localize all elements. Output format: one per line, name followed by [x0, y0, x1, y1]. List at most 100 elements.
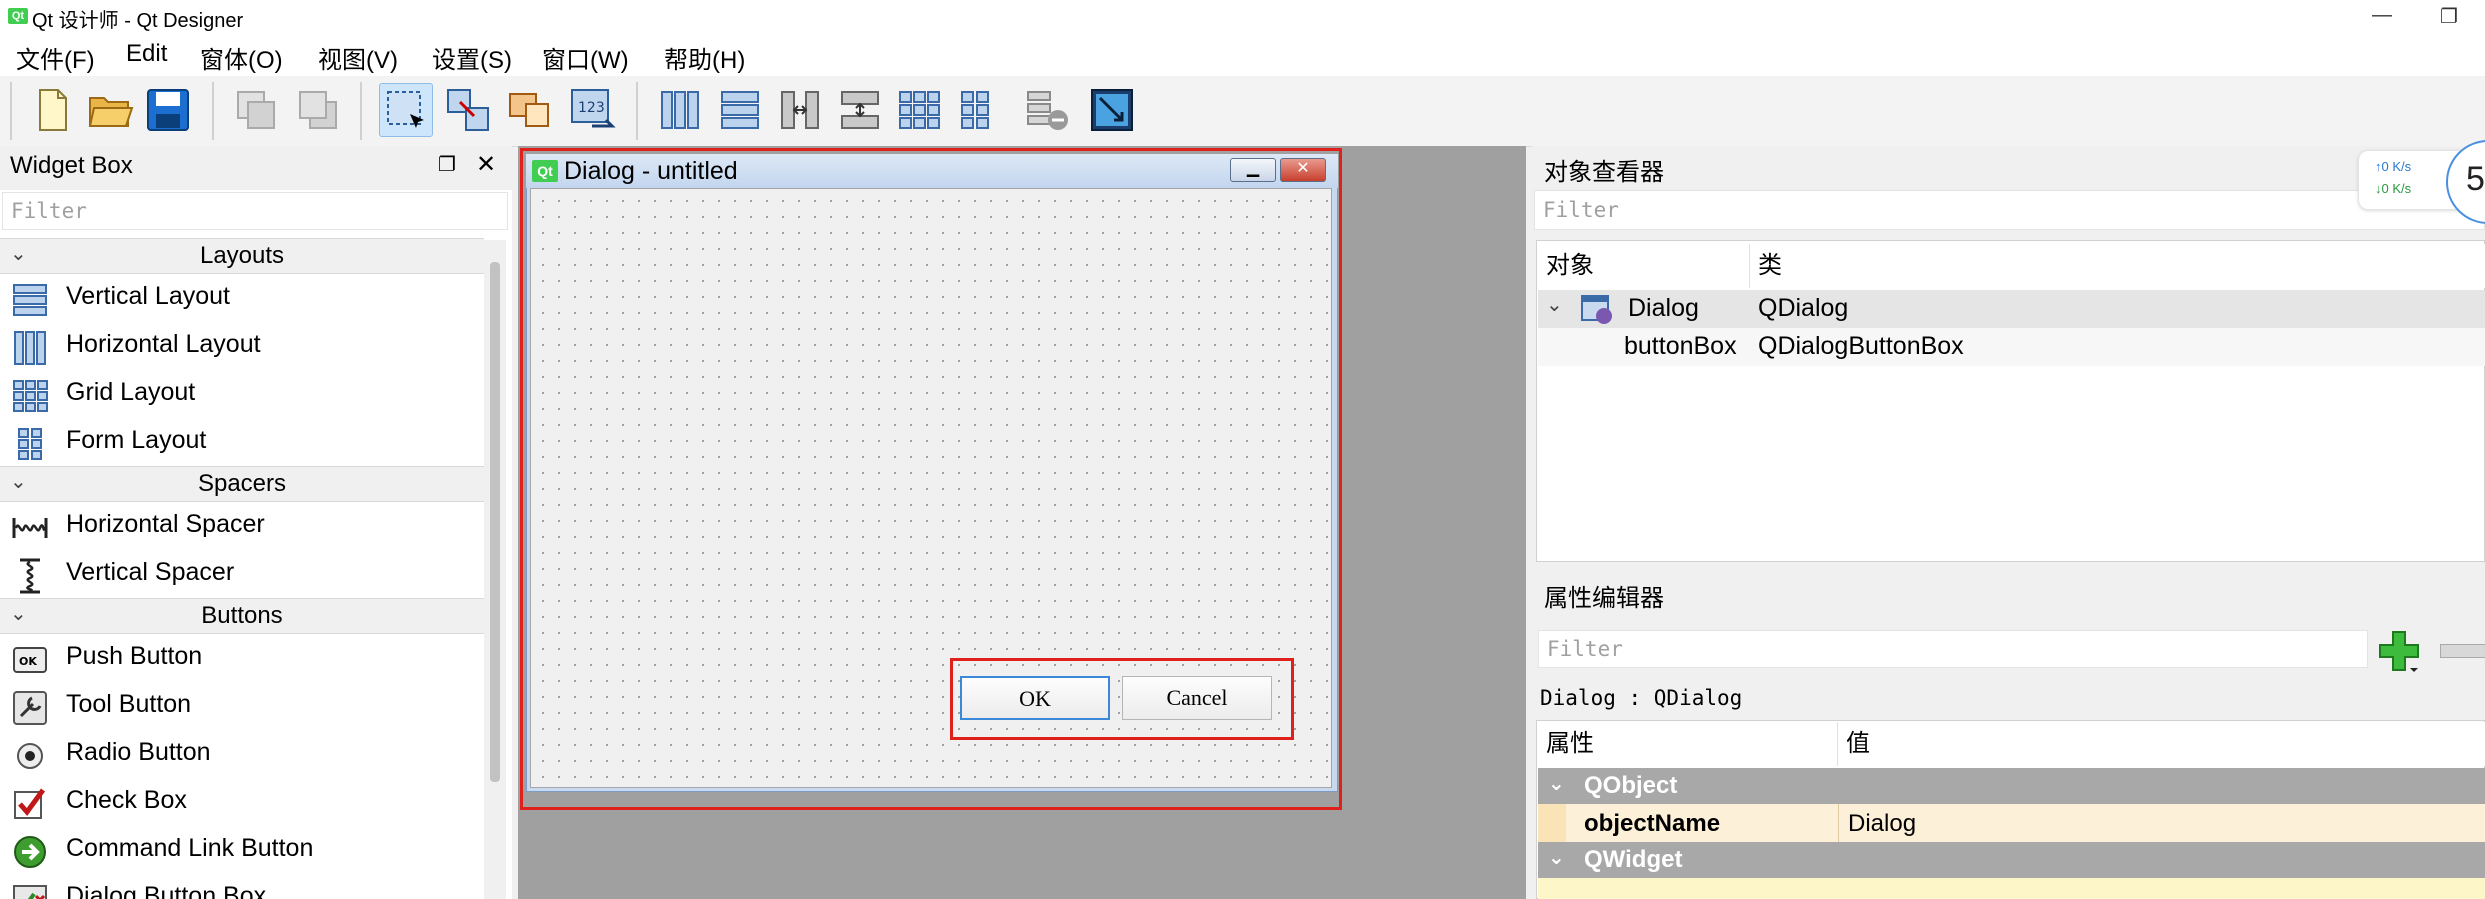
property-editor-title: 属性编辑器: [1544, 585, 1664, 612]
menu-view[interactable]: 视图(V): [318, 40, 398, 75]
menu-file[interactable]: 文件(F): [16, 40, 95, 75]
object-inspector-header: 对象查看器: [1532, 148, 2485, 188]
tree-object-name: buttonBox: [1624, 332, 1737, 360]
restore-icon[interactable]: ❐: [2440, 4, 2458, 29]
send-to-back-icon[interactable]: [292, 84, 344, 136]
dialog-button-box-icon: [13, 885, 47, 899]
tree-object-class: QDialogButtonBox: [1758, 332, 1964, 360]
object-inspector-filter[interactable]: Filter: [1534, 190, 2485, 230]
menu-settings[interactable]: 设置(S): [432, 40, 512, 75]
minimize-icon[interactable]: —: [2372, 4, 2392, 27]
widget-box-scrollbar-thumb[interactable]: [490, 262, 500, 782]
menu-help[interactable]: 帮助(H): [664, 40, 745, 75]
chevron-down-icon[interactable]: ⌄: [1546, 292, 1563, 317]
adjust-size-icon[interactable]: [1086, 84, 1138, 136]
qt-app-icon: Qt: [8, 8, 28, 24]
widget-item-tool-button[interactable]: Tool Button: [0, 682, 484, 730]
layout-grid-icon[interactable]: [894, 84, 946, 136]
widget-item-grid-layout[interactable]: Grid Layout: [0, 370, 484, 418]
vertical-layout-icon: [13, 284, 47, 316]
widget-box-title: Widget Box: [10, 152, 133, 179]
new-file-icon[interactable]: [26, 84, 78, 136]
save-icon[interactable]: [142, 84, 194, 136]
column-divider: [1838, 804, 1839, 842]
close-panel-icon[interactable]: ✕: [476, 150, 496, 179]
widget-item-check-box[interactable]: Check Box: [0, 778, 484, 826]
row-marker: [1538, 804, 1566, 842]
form-highlight: [520, 148, 1342, 810]
category-layouts[interactable]: ⌄ Layouts: [0, 238, 484, 274]
check-box-icon: [14, 788, 46, 819]
category-label: Spacers: [197, 470, 287, 497]
widget-item-radio-button[interactable]: Radio Button: [0, 730, 484, 778]
grid-layout-icon: [13, 380, 48, 412]
column-header-value[interactable]: 值: [1838, 722, 2485, 766]
widget-item-command-link-button[interactable]: Command Link Button: [0, 826, 484, 874]
menu-edit[interactable]: Edit: [126, 40, 167, 68]
horizontal-spacer-icon: [12, 518, 48, 538]
category-label: Buttons: [201, 602, 283, 629]
category-spacers[interactable]: ⌄ Spacers: [0, 466, 484, 502]
layout-splitter-vertical-icon[interactable]: [834, 84, 886, 136]
property-group-qwidget[interactable]: ⌄ QWidget: [1538, 842, 2485, 878]
category-label: Layouts: [199, 242, 285, 269]
toolbar-separator: [212, 82, 214, 140]
widget-item-label: Vertical Spacer: [66, 558, 235, 586]
widget-item-horizontal-spacer[interactable]: Horizontal Spacer: [0, 502, 484, 550]
layout-horizontally-icon[interactable]: [654, 84, 706, 136]
tree-object-class: QDialog: [1758, 294, 1849, 322]
widget-item-horizontal-layout[interactable]: Horizontal Layout: [0, 322, 484, 370]
layout-vertically-icon[interactable]: [714, 84, 766, 136]
property-row-partial[interactable]: [1538, 878, 2485, 899]
property-current-object: Dialog : QDialog: [1540, 686, 1743, 710]
widget-item-label: Horizontal Layout: [66, 330, 261, 358]
vertical-spacer-icon: [20, 558, 40, 594]
toolbar-separator: [636, 82, 638, 140]
push-button-icon: OK: [13, 647, 47, 673]
widget-item-vertical-spacer[interactable]: Vertical Spacer: [0, 550, 484, 598]
remove-property-icon[interactable]: [2440, 644, 2485, 658]
property-row-objectname[interactable]: objectName Dialog: [1538, 804, 2485, 842]
tool-button-icon: [13, 691, 47, 725]
add-dynamic-property-icon[interactable]: [2374, 626, 2424, 676]
bring-to-front-icon[interactable]: [230, 84, 282, 136]
widget-item-push-button[interactable]: OK Push Button: [0, 634, 484, 682]
object-tree: [1536, 240, 2485, 562]
edit-widgets-icon[interactable]: [379, 83, 433, 137]
widget-item-form-layout[interactable]: Form Layout: [0, 418, 484, 466]
edit-signals-slots-icon[interactable]: [442, 84, 494, 136]
widget-item-label: Command Link Button: [66, 834, 314, 862]
edit-tab-order-icon[interactable]: 123: [566, 84, 618, 136]
property-editor-header: 属性编辑器: [1532, 572, 2485, 614]
layout-splitter-horizontal-icon[interactable]: [774, 84, 826, 136]
property-group-qobject[interactable]: ⌄ QObject: [1538, 768, 2485, 804]
object-inspector-title: 对象查看器: [1544, 159, 1664, 186]
menu-form[interactable]: 窗体(O): [200, 40, 283, 75]
svg-text:123: 123: [578, 100, 605, 116]
category-buttons[interactable]: ⌄ Buttons: [0, 598, 484, 634]
overlay-badge-value: 56: [2466, 160, 2485, 198]
horizontal-layout-icon: [14, 331, 46, 365]
column-header-object[interactable]: 对象: [1538, 244, 1750, 288]
widget-item-label: Radio Button: [66, 738, 211, 766]
widget-item-vertical-layout[interactable]: Vertical Layout: [0, 274, 484, 322]
column-header-class[interactable]: 类: [1750, 244, 2485, 288]
float-panel-icon[interactable]: ❐: [438, 152, 456, 177]
layout-form-icon[interactable]: [950, 84, 1002, 136]
property-value[interactable]: Dialog: [1848, 810, 1916, 838]
column-header-property[interactable]: 属性: [1538, 722, 1838, 766]
widget-item-label: Vertical Layout: [66, 282, 230, 310]
open-folder-icon[interactable]: [84, 84, 136, 136]
toolbar-handle: [10, 82, 12, 140]
edit-buddies-icon[interactable]: [504, 84, 556, 136]
window-title: Qt 设计师 - Qt Designer: [32, 10, 244, 32]
property-editor-filter[interactable]: Filter: [1538, 630, 2368, 668]
widget-item-label: Check Box: [66, 786, 187, 814]
menu-window[interactable]: 窗口(W): [542, 40, 629, 75]
widget-box-filter[interactable]: Filter: [2, 192, 508, 230]
break-layout-icon[interactable]: [1020, 84, 1072, 136]
widget-item-dialog-button-box[interactable]: Dialog Button Box: [0, 874, 484, 899]
chevron-down-icon: ⌄: [1548, 847, 1565, 869]
download-speed: ↓0 K/s: [2375, 181, 2412, 196]
form-layout-icon: [18, 428, 42, 460]
